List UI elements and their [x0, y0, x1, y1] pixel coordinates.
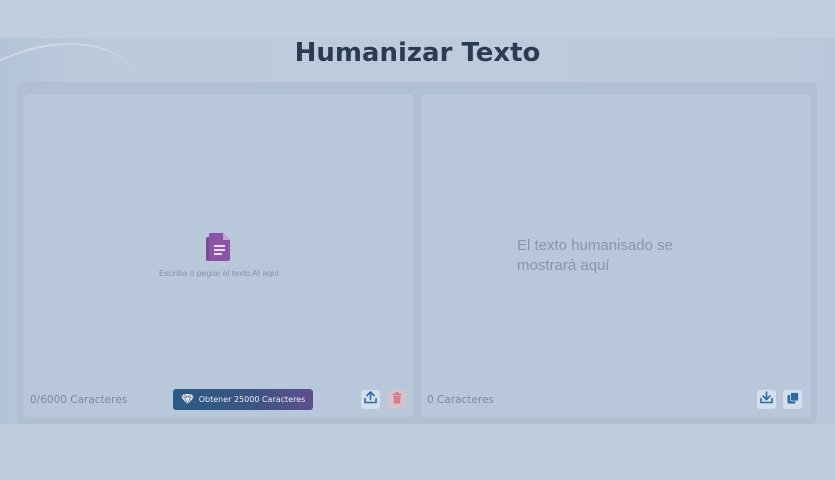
- input-placeholder: Escriba o pegue el texto AI aquí: [24, 232, 414, 278]
- get-characters-label: Obtener 25000 Caracteres: [198, 395, 306, 404]
- trash-icon: [392, 391, 402, 409]
- output-panel: El texto humanisado se mostrará aquí 0 C…: [421, 94, 811, 417]
- copy-button[interactable]: [783, 390, 802, 409]
- get-characters-button[interactable]: Obtener 25000 Caracteres: [173, 389, 313, 410]
- download-icon: [760, 390, 773, 409]
- document-icon: [206, 232, 232, 262]
- download-button[interactable]: [757, 390, 776, 409]
- upload-icon: [364, 390, 377, 409]
- delete-button[interactable]: [387, 390, 406, 409]
- upload-button[interactable]: [361, 390, 380, 409]
- output-placeholder-text: El texto humanisado se mostrará aquí: [517, 237, 673, 274]
- input-placeholder-text: Escriba o pegue el texto AI aquí: [158, 268, 280, 278]
- input-panel[interactable]: Escriba o pegue el texto AI aquí 0/6000 …: [24, 94, 414, 417]
- page-title: Humanizar Texto: [294, 38, 541, 68]
- gem-icon: [180, 393, 194, 407]
- copy-icon: [787, 391, 799, 409]
- top-strip: [0, 0, 835, 38]
- input-char-count: 0/6000 Caracteres: [30, 394, 128, 406]
- output-char-count: 0 Caracteres: [427, 394, 494, 406]
